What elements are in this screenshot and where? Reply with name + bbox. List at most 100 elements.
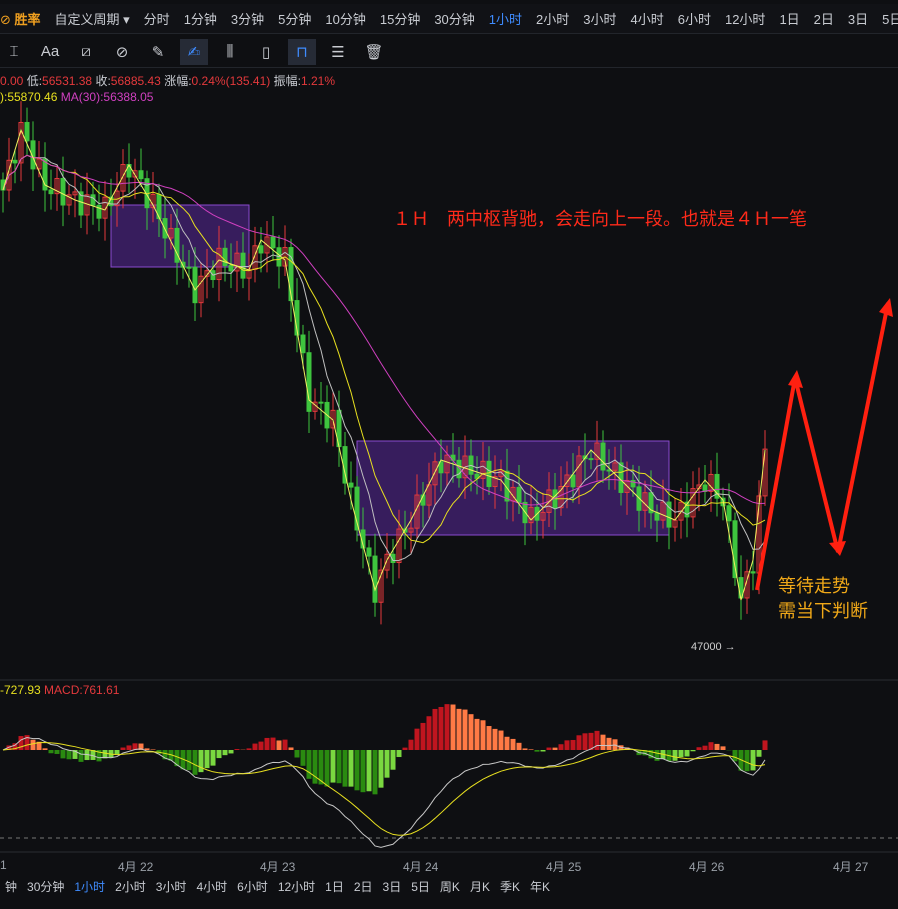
- bottom-period-tab[interactable]: 月K: [465, 878, 495, 895]
- macd-bar: [342, 750, 348, 787]
- macd-bar: [426, 716, 432, 750]
- macd-bar: [114, 750, 120, 754]
- time-axis-label: 4月 27: [833, 860, 869, 874]
- macd-bar: [42, 748, 48, 750]
- macd-bar: [420, 722, 426, 750]
- macd-bar: [210, 750, 216, 766]
- macd-bar: [402, 747, 408, 750]
- candle-body: [372, 555, 378, 603]
- macd-bar: [252, 743, 258, 750]
- macd-bar: [264, 737, 270, 750]
- macd-bar: [258, 741, 264, 750]
- bottom-period-tab[interactable]: 6小时: [232, 878, 273, 895]
- macd-readout: -727.93 MACD:761.61: [0, 683, 120, 697]
- macd-bar: [672, 750, 678, 761]
- macd-bar: [276, 740, 282, 750]
- macd-bar: [234, 749, 240, 750]
- macd-bar: [288, 747, 294, 750]
- bottom-period-tab[interactable]: 2小时: [110, 878, 151, 895]
- arrow-head: [829, 541, 846, 556]
- macd-bar: [354, 750, 360, 791]
- macd-bar: [522, 748, 528, 750]
- arrow-head: [879, 298, 893, 317]
- macd-bar: [216, 750, 222, 759]
- macd-bar: [462, 709, 468, 750]
- time-axis-label: 4月 22: [118, 860, 154, 874]
- candle-body: [240, 252, 246, 279]
- macd-bar: [564, 740, 570, 750]
- macd-bar: [282, 739, 288, 750]
- projection-arrow: [755, 302, 890, 591]
- pivot-zone: [110, 204, 250, 268]
- low-price-marker: 47000 →: [691, 641, 736, 653]
- macd-bar: [498, 730, 504, 750]
- candle-body: [318, 401, 324, 404]
- candle-body: [138, 170, 144, 180]
- macd-bar: [66, 750, 72, 760]
- macd-bar: [678, 750, 684, 758]
- macd-bar: [360, 750, 366, 793]
- macd-bar: [720, 746, 726, 750]
- macd-bar: [384, 750, 390, 778]
- candle-body: [600, 442, 606, 471]
- bottom-period-tab[interactable]: 1小时: [69, 878, 110, 895]
- candle-body: [12, 159, 18, 164]
- macd-bar: [246, 748, 252, 750]
- candle-body: [60, 178, 66, 206]
- macd-bar: [714, 743, 720, 750]
- candle-body: [48, 189, 54, 195]
- macd-bar: [30, 739, 36, 750]
- bottom-period-tab[interactable]: 3小时: [151, 878, 192, 895]
- macd-bar: [330, 750, 336, 783]
- analysis-annotation: １Ｈ 两中枢背驰，会走向上一段。也就是４Ｈ一笔: [393, 209, 807, 229]
- bottom-period-tab[interactable]: 年K: [525, 878, 555, 895]
- macd-bar: [78, 750, 84, 762]
- macd-bar: [552, 747, 558, 750]
- macd-bar: [654, 750, 660, 761]
- macd-bar: [456, 708, 462, 750]
- macd-bar: [696, 747, 702, 750]
- macd-bar: [150, 749, 156, 750]
- macd-bar: [594, 730, 600, 750]
- time-axis-label: 4月 26: [689, 860, 725, 874]
- macd-bar: [378, 750, 384, 788]
- bottom-period-tab[interactable]: 3日: [378, 878, 407, 895]
- macd-bar: [702, 745, 708, 750]
- macd-bar: [690, 750, 696, 752]
- macd-bar: [306, 750, 312, 779]
- macd-bar: [270, 737, 276, 750]
- macd-bar: [48, 750, 54, 754]
- macd-bar: [54, 750, 60, 754]
- wait-line-2: 需当下判断: [778, 601, 868, 621]
- macd-bar: [186, 750, 192, 771]
- bottom-period-tab[interactable]: 2日: [349, 878, 378, 895]
- macd-bar: [126, 745, 132, 750]
- bottom-period-tab[interactable]: 4小时: [191, 878, 232, 895]
- macd-bar: [516, 742, 522, 750]
- bottom-period-tab[interactable]: 1日: [320, 878, 349, 895]
- macd-bar: [228, 750, 234, 754]
- macd-bar: [432, 708, 438, 750]
- macd-bar: [198, 750, 204, 773]
- candle-body: [366, 547, 372, 557]
- macd-bar: [732, 750, 738, 762]
- bottom-period-tab[interactable]: 钟: [0, 878, 22, 895]
- bottom-period-tab[interactable]: 12小时: [273, 878, 320, 895]
- candle-body: [348, 482, 354, 488]
- time-axis-label: 1: [0, 858, 7, 872]
- candle-body: [606, 469, 612, 472]
- macd-bar: [312, 750, 318, 784]
- macd-bar: [468, 714, 474, 750]
- bottom-period-tab[interactable]: 5日: [406, 878, 435, 895]
- bottom-period-tab[interactable]: 周K: [435, 878, 465, 895]
- bottom-period-tab[interactable]: 季K: [495, 878, 525, 895]
- kline-chart[interactable]: [0, 0, 898, 909]
- bottom-period-tab[interactable]: 30分钟: [22, 878, 69, 895]
- time-axis-label: 4月 25: [546, 860, 582, 874]
- macd-bar: [474, 718, 480, 750]
- candle-body: [570, 474, 576, 488]
- macd-bar: [192, 750, 198, 775]
- macd-bar: [204, 750, 210, 769]
- candle-body: [258, 245, 264, 254]
- macd-bar: [408, 739, 414, 750]
